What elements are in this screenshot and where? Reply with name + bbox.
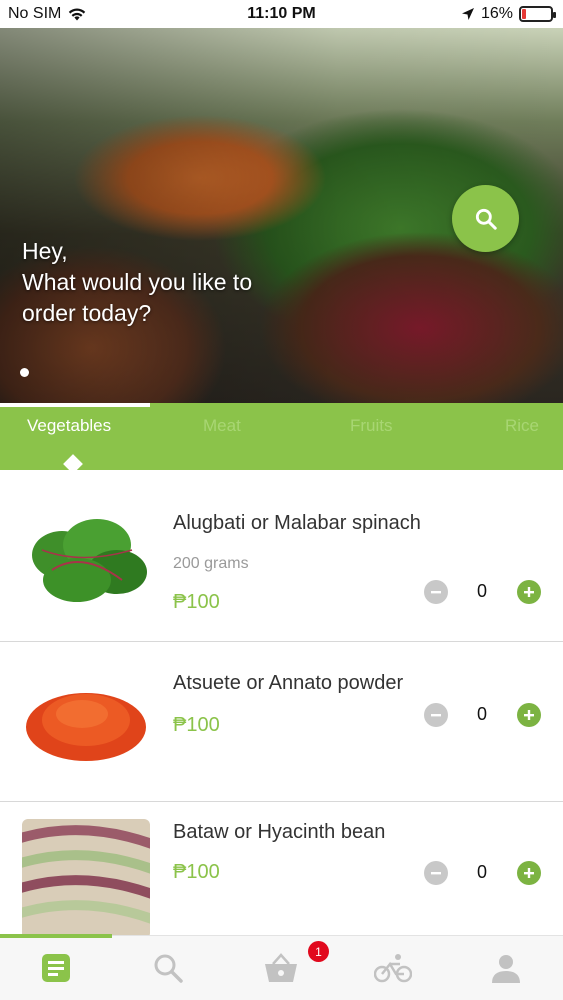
- increase-button[interactable]: [517, 580, 541, 604]
- product-image: [22, 510, 150, 610]
- cart-badge: 1: [308, 941, 329, 962]
- basket-icon: [265, 953, 297, 982]
- increase-button[interactable]: [517, 861, 541, 885]
- increase-button[interactable]: [517, 703, 541, 727]
- product-price: ₱100: [173, 591, 220, 613]
- quantity-stepper: 0: [423, 578, 543, 606]
- decrease-button[interactable]: [424, 861, 448, 885]
- tab-vegetables[interactable]: Vegetables: [27, 416, 111, 436]
- minus-icon: [431, 714, 441, 717]
- nav-profile[interactable]: [486, 950, 526, 986]
- decrease-button[interactable]: [424, 580, 448, 604]
- tab-meat[interactable]: Meat: [203, 416, 241, 436]
- product-list[interactable]: Alugbati or Malabar spinach 200 grams ₱1…: [0, 470, 563, 935]
- product-name: Atsuete or Annato powder: [173, 672, 404, 694]
- product-price: ₱100: [173, 714, 220, 736]
- carousel-dot[interactable]: [20, 368, 29, 377]
- decrease-button[interactable]: [424, 703, 448, 727]
- list-item[interactable]: Bataw or Hyacinth bean ₱100 0: [0, 801, 563, 935]
- location-arrow-icon: [461, 8, 474, 20]
- minus-icon: [431, 591, 441, 594]
- search-button[interactable]: [452, 185, 519, 252]
- quantity-value: 0: [476, 704, 487, 724]
- tab-fruits[interactable]: Fruits: [350, 416, 393, 436]
- tab-rice[interactable]: Rice: [505, 416, 539, 436]
- product-weight: 200 grams: [173, 555, 249, 572]
- product-price: ₱100: [173, 861, 220, 883]
- list-item[interactable]: Atsuete or Annato powder ₱100 0: [0, 642, 563, 802]
- active-nav-indicator: [0, 934, 112, 938]
- bottom-nav: [0, 934, 563, 1000]
- bicycle-icon: [374, 954, 412, 983]
- greeting-text: Hey, What would you like to order today?: [22, 238, 253, 326]
- nav-delivery[interactable]: [373, 950, 413, 986]
- product-name: Alugbati or Malabar spinach: [173, 512, 421, 534]
- search-icon: [154, 954, 183, 983]
- nav-basket[interactable]: [261, 950, 301, 986]
- plus-icon: [524, 710, 534, 720]
- product-name: Bataw or Hyacinth bean: [173, 821, 386, 843]
- category-tabs: Vegetables Meat Fruits Rice: [0, 403, 563, 474]
- profile-icon: [492, 955, 520, 983]
- battery-icon: [519, 6, 556, 22]
- plus-icon: [524, 587, 534, 597]
- menu-icon: [42, 954, 70, 982]
- battery-percent: 16%: [480, 5, 513, 22]
- product-image: [22, 672, 150, 772]
- quantity-stepper: 0: [423, 859, 543, 887]
- nav-search[interactable]: [148, 950, 188, 986]
- plus-icon: [524, 868, 534, 878]
- product-image: [22, 819, 150, 935]
- list-item[interactable]: Alugbati or Malabar spinach 200 grams ₱1…: [0, 482, 563, 642]
- minus-icon: [431, 872, 441, 875]
- quantity-value: 0: [476, 581, 487, 601]
- active-tab-indicator: [0, 403, 150, 407]
- search-icon: [475, 208, 497, 230]
- quantity-value: 0: [476, 862, 487, 882]
- nav-menu[interactable]: [36, 950, 76, 986]
- quantity-stepper: 0: [423, 701, 543, 729]
- status-bar: No SIM 11:10 PM 16%: [0, 0, 563, 28]
